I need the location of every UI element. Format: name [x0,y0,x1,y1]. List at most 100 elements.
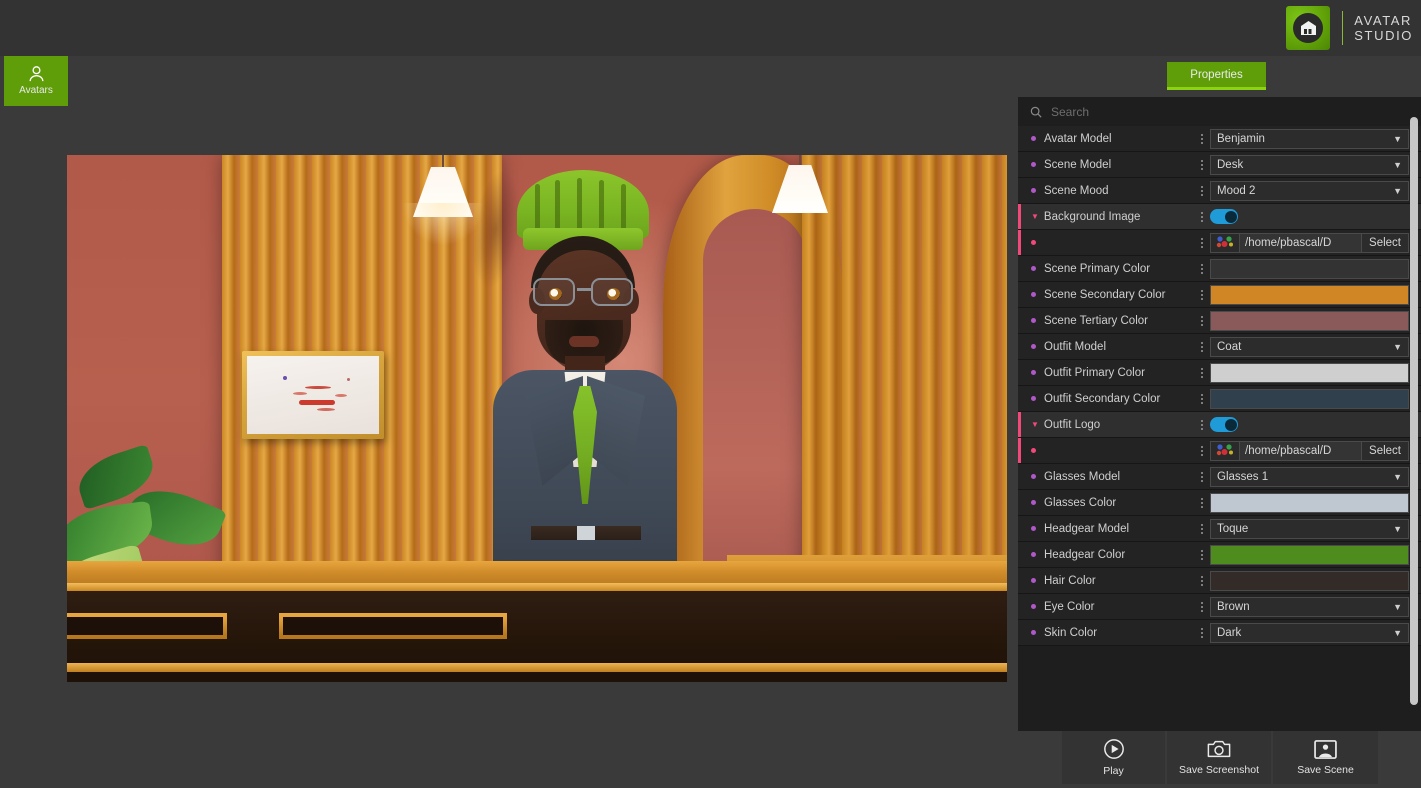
property-dropdown-value: Toque [1217,522,1249,535]
property-options-kebab-icon[interactable] [1194,365,1210,380]
save-scene-button[interactable]: Save Scene [1273,731,1378,784]
property-row[interactable]: Glasses Model Glasses 1 ▼ [1018,464,1421,490]
property-options-kebab-icon[interactable] [1194,287,1210,302]
property-label-cell: ▼ Outfit Logo [1018,419,1194,431]
property-control-cell [1210,492,1421,513]
property-options-kebab-icon[interactable] [1194,599,1210,614]
property-row[interactable]: Outfit Secondary Color [1018,386,1421,412]
property-row[interactable]: ▼ Background Image [1018,204,1421,230]
property-row[interactable]: Scene Mood Mood 2 ▼ [1018,178,1421,204]
property-control-cell [1210,417,1421,432]
save-screenshot-button-label: Save Screenshot [1179,764,1259,776]
property-label: Background Image [1043,210,1141,223]
property-row[interactable]: Hair Color [1018,568,1421,594]
property-row[interactable]: Scene Secondary Color [1018,282,1421,308]
property-options-kebab-icon[interactable] [1194,235,1210,250]
search-bar[interactable]: Search [1018,97,1421,126]
property-row[interactable]: Outfit Primary Color [1018,360,1421,386]
property-row[interactable]: Glasses Color [1018,490,1421,516]
property-row[interactable]: Scene Tertiary Color [1018,308,1421,334]
property-options-kebab-icon[interactable] [1194,443,1210,458]
collapse-triangle-icon[interactable]: ▼ [1031,420,1039,429]
tab-properties[interactable]: Properties [1167,62,1266,90]
collapse-triangle-icon[interactable]: ▼ [1031,212,1039,221]
property-dropdown[interactable]: Mood 2 ▼ [1210,180,1409,201]
play-button[interactable]: Play [1062,731,1165,784]
file-path-input[interactable]: /home/pbascal/D [1240,440,1363,461]
property-options-kebab-icon[interactable] [1194,183,1210,198]
property-row[interactable]: Headgear Color [1018,542,1421,568]
property-row[interactable]: Outfit Model Coat ▼ [1018,334,1421,360]
property-bullet-icon [1031,500,1036,505]
property-row-accent [1018,568,1021,593]
property-row[interactable]: Avatar Model Benjamin ▼ [1018,126,1421,152]
property-options-kebab-icon[interactable] [1194,391,1210,406]
property-row[interactable]: /home/pbascal/D Select [1018,438,1421,464]
property-label: Scene Secondary Color [1044,288,1166,301]
property-dropdown[interactable]: Toque ▼ [1210,518,1409,539]
property-bullet-icon [1031,448,1036,453]
property-dropdown[interactable]: Glasses 1 ▼ [1210,466,1409,487]
property-options-kebab-icon[interactable] [1194,261,1210,276]
scene-lamp-cord-1 [442,155,444,169]
property-row-accent [1018,334,1021,359]
property-color-swatch[interactable] [1210,284,1409,305]
property-bullet-icon [1031,240,1036,245]
avatar-mouth [569,336,599,347]
property-row[interactable]: Scene Primary Color [1018,256,1421,282]
file-path-input[interactable]: /home/pbascal/D [1240,232,1363,253]
property-dropdown[interactable]: Desk ▼ [1210,154,1409,175]
property-options-kebab-icon[interactable] [1194,209,1210,224]
property-label: Avatar Model [1044,132,1112,145]
property-options-kebab-icon[interactable] [1194,339,1210,354]
property-color-swatch[interactable] [1210,258,1409,279]
select-file-button[interactable]: Select [1362,232,1409,253]
chevron-down-icon: ▼ [1393,133,1402,144]
select-file-button[interactable]: Select [1362,440,1409,461]
property-row[interactable]: Eye Color Brown ▼ [1018,594,1421,620]
property-color-swatch[interactable] [1210,362,1409,383]
image-thumbnail-icon[interactable] [1210,440,1240,461]
property-dropdown[interactable]: Brown ▼ [1210,596,1409,617]
property-label-cell: Glasses Color [1018,497,1194,509]
property-options-kebab-icon[interactable] [1194,157,1210,172]
avatar-belt-buckle [577,526,595,540]
property-file-picker: /home/pbascal/D Select [1210,232,1409,253]
property-color-swatch[interactable] [1210,544,1409,565]
avatar-studio-logo-icon [1286,6,1331,50]
property-row-accent [1018,438,1021,463]
chevron-down-icon: ▼ [1393,601,1402,612]
property-label: Outfit Secondary Color [1044,392,1161,405]
property-bullet-icon [1031,578,1036,583]
property-options-kebab-icon[interactable] [1194,313,1210,328]
properties-scrollbar[interactable] [1410,117,1418,705]
sidebar-item-avatars[interactable]: Avatars [4,56,68,106]
property-options-kebab-icon[interactable] [1194,417,1210,432]
property-row[interactable]: Headgear Model Toque ▼ [1018,516,1421,542]
property-row[interactable]: Scene Model Desk ▼ [1018,152,1421,178]
image-thumbnail-icon[interactable] [1210,232,1240,253]
save-screenshot-button[interactable]: Save Screenshot [1167,731,1271,784]
property-dropdown[interactable]: Benjamin ▼ [1210,128,1409,149]
property-color-swatch[interactable] [1210,570,1409,591]
property-color-swatch[interactable] [1210,310,1409,331]
play-button-label: Play [1103,765,1124,777]
property-toggle-switch[interactable] [1210,209,1238,224]
property-color-swatch[interactable] [1210,492,1409,513]
property-toggle-switch[interactable] [1210,417,1238,432]
property-dropdown[interactable]: Coat ▼ [1210,336,1409,357]
property-options-kebab-icon[interactable] [1194,131,1210,146]
property-options-kebab-icon[interactable] [1194,495,1210,510]
property-options-kebab-icon[interactable] [1194,521,1210,536]
property-row[interactable]: Skin Color Dark ▼ [1018,620,1421,646]
property-options-kebab-icon[interactable] [1194,573,1210,588]
property-dropdown[interactable]: Dark ▼ [1210,622,1409,643]
property-options-kebab-icon[interactable] [1194,469,1210,484]
property-row[interactable]: ▼ Outfit Logo [1018,412,1421,438]
3d-scene-viewport[interactable] [67,155,1007,682]
property-color-swatch[interactable] [1210,388,1409,409]
property-options-kebab-icon[interactable] [1194,625,1210,640]
property-options-kebab-icon[interactable] [1194,547,1210,562]
property-bullet-icon [1031,344,1036,349]
property-row[interactable]: /home/pbascal/D Select [1018,230,1421,256]
